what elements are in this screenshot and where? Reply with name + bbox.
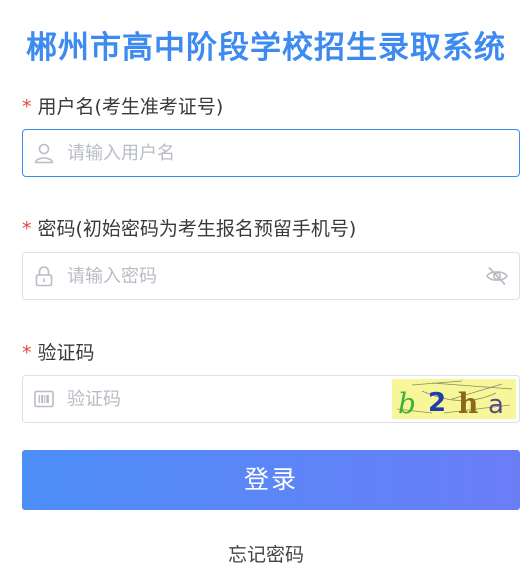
captcha-image[interactable]: b 2 h a [392,379,516,419]
username-label: * 用户名(考生准考证号) [22,92,223,119]
captcha-char: h [458,387,478,419]
forgot-password-link[interactable]: 忘记密码 [0,540,532,567]
username-input[interactable] [67,130,447,176]
page-title: 郴州市高中阶段学校招生录取系统 [26,30,506,66]
required-mark: * [22,96,32,118]
eye-off-icon[interactable] [485,264,509,288]
barcode-icon [34,390,54,408]
password-field[interactable] [22,252,520,300]
captcha-input[interactable] [67,376,337,422]
lock-icon [35,266,53,287]
captcha-label-text: 验证码 [37,342,95,364]
password-label-text: 密码(初始密码为考生报名预留手机号) [37,218,357,240]
captcha-field[interactable]: b 2 h a [22,375,520,423]
password-label: * 密码(初始密码为考生报名预留手机号) [22,214,356,241]
required-mark: * [22,342,32,364]
username-label-text: 用户名(考生准考证号) [37,96,224,118]
required-mark: * [22,218,32,240]
user-icon [34,143,54,164]
captcha-label: * 验证码 [22,338,95,365]
captcha-char: b [398,387,416,419]
username-field[interactable] [22,129,520,177]
login-button[interactable]: 登录 [22,450,520,510]
password-input[interactable] [67,253,447,299]
captcha-char: a [488,390,504,419]
captcha-char: 2 [428,388,446,418]
